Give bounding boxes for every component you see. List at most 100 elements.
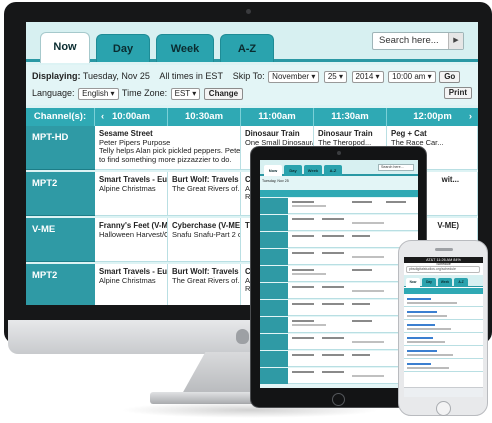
skip-label: Skip To: [232, 71, 265, 81]
home-button-icon[interactable] [436, 401, 451, 416]
language-value: English [82, 88, 109, 98]
day-value: 25 [327, 71, 337, 81]
program-title [292, 218, 314, 220]
day-select[interactable]: 25 ▾ [323, 70, 347, 83]
program-title [322, 337, 344, 339]
url-bar[interactable]: pbsdigitalstudios.org/schedule [406, 266, 480, 273]
program-description [407, 302, 457, 304]
language-row: Language: English ▾ Time Zone: EST ▾ Cha… [32, 86, 244, 100]
grid-header [404, 288, 483, 294]
schedule-controls: Tuesday, Nov 25 [260, 178, 418, 190]
program-description [407, 341, 445, 343]
ipad-screen: Now Day Week A-Z Search here... Tuesday,… [260, 160, 418, 388]
time-slot-header: 10:30am [168, 108, 241, 126]
program-episode: Alpine Christmas [99, 183, 156, 193]
channel-label [260, 368, 289, 384]
timezone-value: EST [174, 88, 191, 98]
program-title [352, 235, 370, 237]
browser-toolbar [404, 387, 483, 397]
program-title [352, 303, 370, 305]
tab-a-z[interactable]: A-Z [220, 34, 274, 62]
change-button[interactable]: Change [203, 87, 244, 100]
tab-now[interactable]: Now [406, 278, 420, 287]
search-placeholder: Search here... [379, 35, 439, 46]
channel-label [260, 351, 289, 367]
program-title [407, 324, 435, 326]
tab-day[interactable]: Day [284, 165, 302, 176]
program-title [352, 269, 372, 271]
program-cell[interactable]: Smart Travels - Euro... Alpine Christmas [95, 264, 168, 305]
program-cell[interactable]: Smart Travels - Euro... Alpine Christmas [95, 172, 168, 216]
program-cell[interactable]: Burt Wolf: Travels &... The Great Rivers… [168, 264, 241, 305]
program-title [407, 298, 431, 300]
camera-icon [337, 151, 341, 155]
tab-bar: Now Day Week A-Z Search here... ▶ [26, 22, 478, 63]
program-episode: The Great Rivers of... [172, 183, 241, 193]
list-item[interactable] [404, 308, 483, 320]
month-select[interactable]: November ▾ [268, 70, 320, 83]
program-title [292, 303, 314, 305]
program-title [386, 201, 406, 203]
prev-arrow-icon[interactable]: ‹ [101, 108, 104, 126]
tab-a-z[interactable]: A-Z [324, 165, 342, 176]
grid-header: Channel(s): ‹ 10:00am 10:30am 11:00am 11… [26, 108, 478, 126]
channel-label [260, 266, 289, 282]
program-title [352, 320, 372, 322]
list-item[interactable] [404, 321, 483, 333]
program-episode: Snafu Snafu-Part 2 of 2 [172, 229, 240, 239]
program-title [292, 371, 314, 373]
program-cell[interactable]: Cyberchase (V-ME) Snafu Snafu-Part 2 of … [168, 218, 241, 262]
program-title [322, 303, 344, 305]
tab-a-z[interactable]: A-Z [454, 278, 468, 287]
program-description [407, 354, 453, 356]
schedule-row [260, 198, 418, 214]
device-showcase: Now Day Week A-Z Search here... ▶ Displa… [0, 0, 492, 423]
time-select[interactable]: 10:00 am ▾ [388, 70, 436, 83]
go-button[interactable]: Go [439, 70, 461, 83]
speaker-icon [435, 248, 453, 251]
tab-now[interactable]: Now [264, 165, 282, 176]
list-item[interactable] [404, 295, 483, 307]
year-select[interactable]: 2014 ▾ [351, 70, 384, 83]
program-description [352, 341, 384, 343]
time-slot-header: 12:00pm › [387, 108, 478, 126]
tab-now[interactable]: Now [40, 32, 90, 63]
program-description [292, 205, 326, 207]
schedule-controls: Displaying: Tuesday, Nov 25 All times in… [26, 65, 478, 105]
tab-week[interactable]: Week [156, 34, 214, 62]
tab-week[interactable]: Week [438, 278, 452, 287]
time-slot-label: 10:00am [111, 111, 151, 122]
time-slot-header: 11:30am [314, 108, 387, 126]
list-item[interactable] [404, 334, 483, 346]
list-item[interactable] [404, 360, 483, 372]
time-slot-header: ‹ 10:00am [95, 108, 168, 126]
schedule-row [260, 351, 418, 367]
search-input[interactable]: Search here... ▶ [372, 32, 464, 50]
program-episode: The Great Rivers of... [172, 275, 241, 285]
channel-label [260, 249, 289, 265]
program-cell[interactable]: Franny's Feet (V-ME) Halloween Harvest/G… [95, 218, 168, 262]
program-description: to find something more pizzazzier to do. [99, 154, 232, 164]
channel-label [260, 283, 289, 299]
timezone-select[interactable]: EST ▾ [170, 87, 201, 100]
tab-day[interactable]: Day [96, 34, 150, 62]
program-cell[interactable]: Sesame Street Peter Pipers Purpose Telly… [95, 126, 241, 170]
list-item[interactable] [404, 347, 483, 359]
channel-label [260, 198, 289, 214]
language-select[interactable]: English ▾ [78, 87, 119, 100]
program-title [292, 286, 314, 288]
arrow-right-icon[interactable]: ▶ [448, 33, 463, 49]
tab-day[interactable]: Day [422, 278, 436, 287]
tab-week[interactable]: Week [304, 165, 322, 176]
schedule-row [260, 249, 418, 265]
next-arrow-icon[interactable]: › [469, 108, 472, 126]
program-cell[interactable]: Burt Wolf: Travels &... The Great Rivers… [168, 172, 241, 216]
program-title [407, 363, 431, 365]
program-title [407, 350, 437, 352]
print-button[interactable]: Print [443, 87, 472, 99]
home-button-icon[interactable] [332, 393, 345, 406]
program-description [407, 328, 451, 330]
search-input[interactable]: Search here... [378, 164, 414, 171]
schedule-row [260, 215, 418, 231]
channel-label [260, 317, 289, 333]
